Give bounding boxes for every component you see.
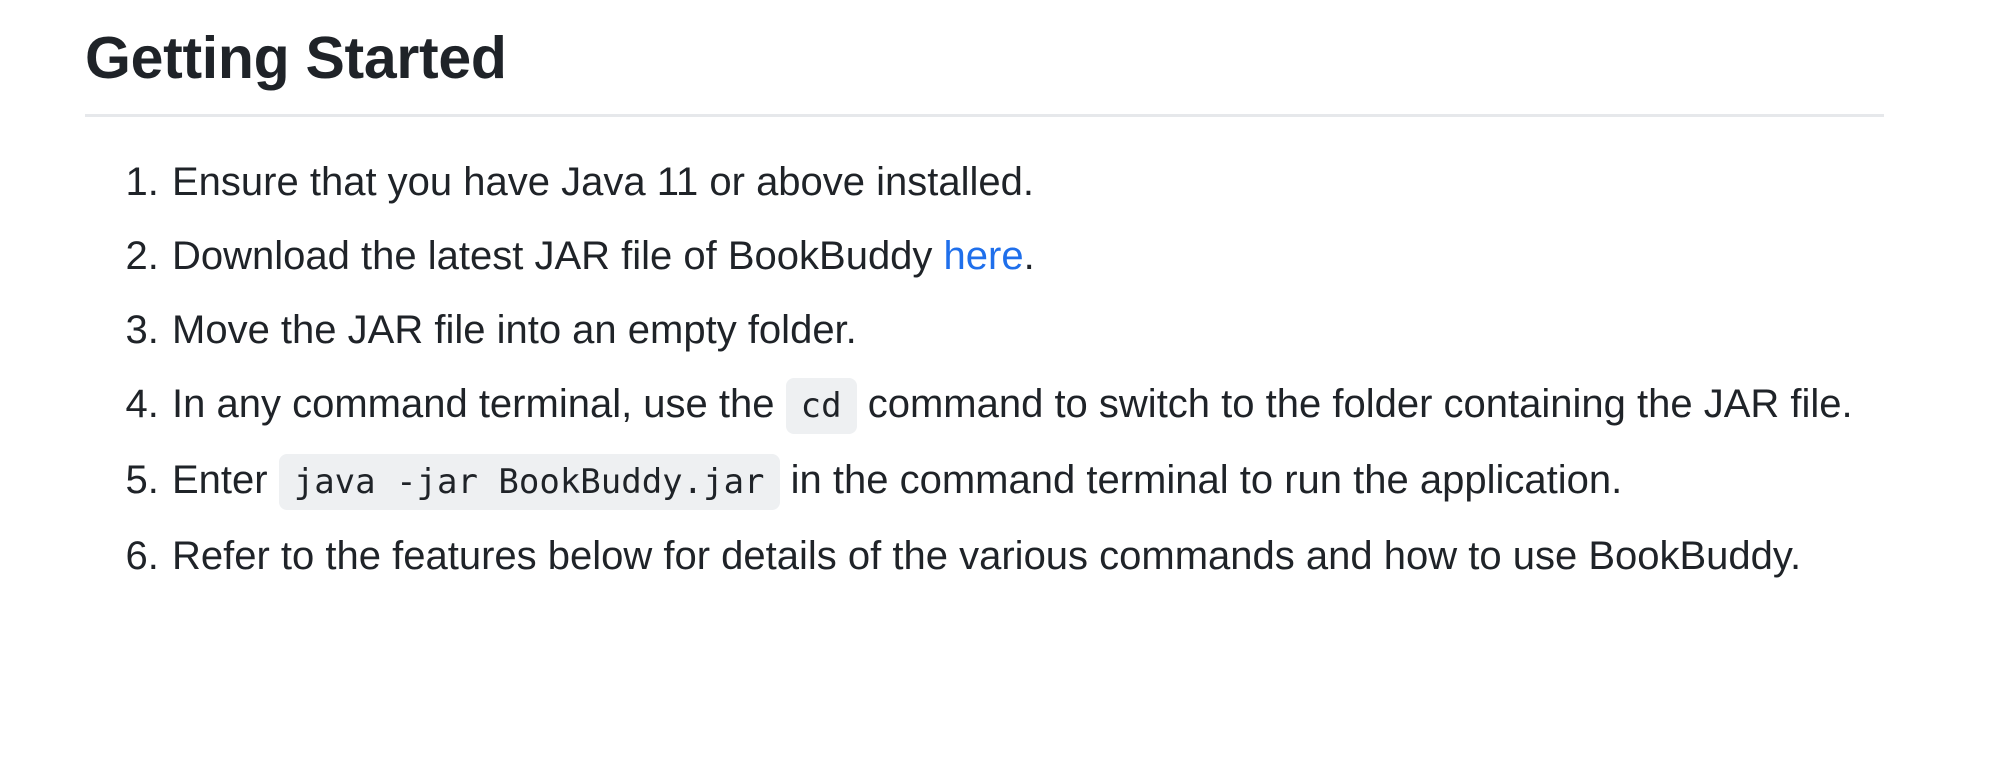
steps-list: Ensure that you have Java 11 or above in… (85, 151, 1884, 588)
step-text-after: in the command terminal to run the appli… (779, 458, 1623, 502)
list-item-step-4: In any command terminal, use the cd comm… (170, 373, 1884, 438)
download-link[interactable]: here (944, 234, 1024, 278)
list-item-step-6: Refer to the features below for details … (170, 525, 1884, 588)
inline-code-java-command: java -jar BookBuddy.jar (278, 454, 780, 510)
step-text-after: . (1023, 234, 1035, 278)
step-text: Ensure that you have Java 11 or above in… (172, 160, 1035, 204)
step-text-before: Download the latest JAR file of BookBudd… (172, 234, 944, 278)
list-item-step-2: Download the latest JAR file of BookBudd… (170, 225, 1884, 288)
section-heading: Getting Started (85, 22, 1884, 117)
document-page: Getting Started Ensure that you have Jav… (0, 0, 2004, 761)
step-text: Refer to the features below for details … (172, 534, 1802, 578)
list-item-step-5: Enter java -jar BookBuddy.jar in the com… (170, 449, 1884, 514)
list-item-step-1: Ensure that you have Java 11 or above in… (170, 151, 1884, 214)
inline-code-cd: cd (785, 378, 857, 434)
step-text-before: In any command terminal, use the (172, 382, 786, 426)
step-text-before: Enter (172, 458, 279, 502)
step-text-after: command to switch to the folder containi… (856, 382, 1853, 426)
list-item-step-3: Move the JAR file into an empty folder. (170, 299, 1884, 362)
step-text: Move the JAR file into an empty folder. (172, 308, 857, 352)
